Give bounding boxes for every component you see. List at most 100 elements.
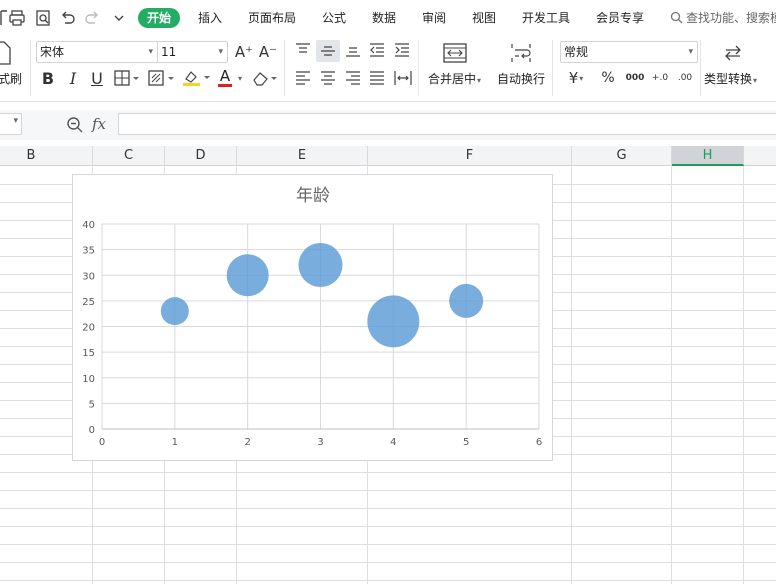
gridline	[0, 562, 776, 563]
merge-center-icon[interactable]	[443, 42, 467, 64]
thousands-separator-button[interactable]: 000	[624, 68, 646, 88]
menu-tab-data[interactable]: 数据	[372, 10, 396, 26]
decrease-indent-icon[interactable]	[368, 42, 386, 58]
column-header[interactable]: G	[572, 146, 672, 166]
chevron-down-icon[interactable]: ▾	[236, 73, 244, 83]
y-tick-label: 35	[82, 246, 95, 257]
font-size-value: 11	[161, 45, 177, 59]
menu-bar: 开始 插入 页面布局 公式 数据 审阅 视图 开发工具 会员专享 查找功能、搜索…	[0, 0, 776, 36]
column-header[interactable]: D	[165, 146, 237, 166]
column-header-selected[interactable]: H	[672, 146, 744, 166]
x-tick-label: 3	[317, 437, 323, 448]
type-convert-icon[interactable]	[722, 42, 744, 64]
wrap-text-label[interactable]: 自动换行	[497, 72, 545, 86]
chevron-down-icon: ▾	[13, 116, 18, 126]
column-header[interactable]: F	[368, 146, 572, 166]
name-box[interactable]: ▾	[0, 113, 22, 135]
highlight-icon[interactable]	[182, 69, 212, 87]
chart-object[interactable]: 年龄 0 1 2 3 4 5 6 0 5 10 15 20 25 30 35 40	[72, 174, 553, 461]
menu-tab-developer[interactable]: 开发工具	[522, 10, 570, 26]
column-header[interactable]: E	[237, 146, 368, 166]
font-color-button[interactable]: A	[218, 67, 232, 85]
increase-indent-icon[interactable]	[393, 42, 411, 58]
increase-decimal-button[interactable]: +.0	[650, 68, 670, 88]
ribbon-toolbar: 式刷 宋体 ▾ 11 ▾ A⁺ A⁻ B I U A ▾ 合并居中▾ 自动换行 …	[0, 36, 776, 102]
menu-tab-formulas[interactable]: 公式	[322, 10, 346, 26]
ribbon-divider	[552, 40, 553, 96]
bubble-point[interactable]	[226, 254, 269, 297]
x-tick-label: 4	[390, 437, 396, 448]
type-convert-button[interactable]: 类型转换▾	[704, 72, 757, 88]
bubble-point[interactable]	[449, 283, 484, 318]
fx-icon[interactable]: fx	[92, 115, 106, 133]
y-tick-label: 0	[89, 425, 95, 436]
borders-icon[interactable]	[114, 70, 140, 86]
gridline	[0, 526, 776, 527]
italic-button[interactable]: I	[64, 68, 82, 88]
align-bottom-icon[interactable]	[344, 42, 362, 58]
spreadsheet-app: 开始 插入 页面布局 公式 数据 审阅 视图 开发工具 会员专享 查找功能、搜索…	[0, 0, 776, 584]
font-name-select[interactable]: 宋体 ▾	[36, 41, 158, 63]
formula-input[interactable]	[118, 113, 776, 135]
redo-icon[interactable]	[84, 9, 102, 27]
number-format-select[interactable]: 常规 ▾	[560, 41, 698, 63]
wrap-text-icon[interactable]	[509, 42, 533, 64]
chevron-down-icon: ▾	[753, 76, 758, 85]
zoom-icon[interactable]	[66, 116, 84, 134]
clear-eraser-icon[interactable]	[252, 70, 278, 86]
print-preview-icon[interactable]	[34, 9, 52, 27]
menu-tab-home[interactable]: 开始	[138, 8, 181, 28]
undo-icon[interactable]	[58, 9, 76, 27]
decrease-font-button[interactable]: A⁻	[258, 43, 278, 61]
align-top-icon[interactable]	[294, 42, 312, 58]
bubble-point[interactable]	[160, 297, 189, 326]
font-size-select[interactable]: 11 ▾	[157, 41, 228, 63]
underline-button[interactable]: U	[88, 68, 106, 88]
more-chevron-icon[interactable]	[110, 9, 128, 27]
x-tick-label: 5	[463, 437, 469, 448]
format-painter-label[interactable]: 式刷	[0, 72, 22, 86]
column-header[interactable]: C	[93, 146, 165, 166]
menu-tab-member[interactable]: 会员专享	[596, 10, 644, 26]
align-middle-icon	[321, 46, 335, 56]
chevron-down-icon: ▾	[148, 47, 153, 57]
bold-button[interactable]: B	[39, 68, 57, 88]
x-tick-label: 2	[244, 437, 250, 448]
ribbon-divider	[284, 40, 285, 96]
y-tick-label: 15	[82, 348, 95, 359]
menu-tab-page-layout[interactable]: 页面布局	[248, 10, 296, 26]
chart-title: 年龄	[296, 186, 330, 206]
gridline	[0, 580, 776, 581]
bubble-point[interactable]	[298, 243, 343, 287]
justify-icon[interactable]	[368, 70, 386, 86]
format-painter-icon[interactable]	[0, 40, 12, 66]
feature-search-text: 查找功能、搜索模	[686, 11, 776, 25]
currency-button[interactable]: ¥ ▾	[564, 68, 588, 88]
menu-tab-view[interactable]: 视图	[472, 10, 496, 26]
merge-center-button[interactable]: 合并居中▾	[428, 72, 481, 88]
menu-tab-insert[interactable]: 插入	[198, 10, 222, 26]
y-tick-label: 40	[82, 220, 95, 231]
decrease-decimal-button[interactable]: .00	[675, 68, 695, 88]
y-tick-label: 5	[89, 399, 95, 410]
chevron-down-icon: ▾	[477, 76, 482, 85]
bubble-point[interactable]	[367, 295, 420, 348]
chevron-down-icon: ▾	[579, 73, 584, 83]
gridline	[0, 544, 776, 545]
menu-tab-review[interactable]: 审阅	[422, 10, 446, 26]
distributed-align-icon[interactable]	[393, 69, 413, 87]
align-right-icon[interactable]	[344, 70, 362, 86]
currency-symbol: ¥	[568, 69, 579, 87]
increase-font-button[interactable]: A⁺	[234, 43, 254, 61]
align-left-icon[interactable]	[294, 70, 312, 86]
percent-button[interactable]: %	[599, 68, 617, 88]
align-middle-button[interactable]	[316, 40, 340, 62]
font-color-swatch	[218, 84, 232, 87]
align-center-icon[interactable]	[319, 70, 337, 86]
y-tick-label: 10	[82, 374, 95, 385]
column-header[interactable]: B	[0, 146, 93, 166]
number-format-value: 常规	[564, 45, 589, 59]
y-tick-label: 30	[82, 271, 95, 282]
print-icon[interactable]	[8, 9, 26, 27]
cell-fill-pattern-icon[interactable]	[148, 70, 176, 86]
